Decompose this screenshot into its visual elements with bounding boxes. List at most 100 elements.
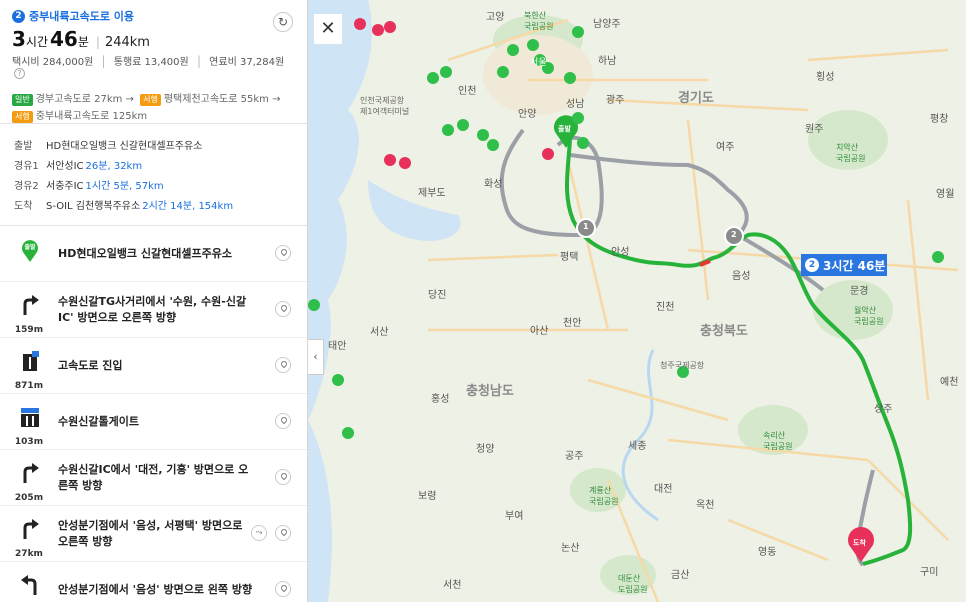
map-label: 경기도 (678, 91, 714, 106)
waypoint-detail: 1시간 5분, 57km (85, 181, 164, 192)
step-distance: 27km (15, 548, 43, 559)
map-label: 광주 (606, 95, 625, 106)
locate-icon[interactable] (275, 525, 291, 541)
route-name-text: 중부내륙고속도로 이용 (29, 10, 135, 23)
road-tag: 서행 (12, 111, 33, 123)
route-number-badge: 2 (12, 9, 25, 23)
locate-icon[interactable] (275, 469, 291, 485)
waypoint-key: 경유1 (14, 161, 39, 172)
map-label: 태안 (328, 341, 347, 352)
info-icon[interactable]: ? (14, 68, 25, 79)
map-label: 예천 (940, 377, 959, 388)
map-label: 평창 (930, 114, 949, 125)
road-tag: 서행 (140, 94, 161, 106)
waypoint-start[interactable]: 출발 HD현대오일뱅크 신갈현대셀프주유소 (14, 137, 293, 157)
step-text: HD현대오일뱅크 신갈현대셀프주유소 (58, 246, 232, 260)
hours-unit: 시간 (25, 35, 49, 49)
map-label: 제부도 (418, 188, 446, 199)
map-label: 계룡산 국립공원 (589, 486, 619, 506)
map-label: 성남 (566, 99, 585, 110)
locate-icon[interactable] (275, 581, 291, 597)
step-text: 수원신갈TG사거리에서 '수원, 수원-신갈IC' 방면으로 오른쪽 방향 (58, 294, 247, 324)
map-label: 속리산 국립공원 (763, 431, 793, 451)
map-label: 부여 (505, 511, 524, 522)
step-item[interactable]: 출발 HD현대오일뱅크 신갈현대셀프주유소 (0, 226, 307, 282)
road-tag: 일반 (12, 94, 33, 106)
map-label: 공주 (565, 451, 584, 462)
start-pin-label: 출발 (558, 125, 571, 133)
map-label: 평택 (560, 252, 579, 263)
taxi-fare: 택시비 284,000원 (12, 57, 94, 68)
map-label: 여주 (716, 142, 735, 153)
map-label: 안양 (518, 109, 537, 120)
toll-fee: 통행료 13,400원 (113, 57, 189, 68)
locate-icon[interactable] (275, 413, 291, 429)
road-segment: 평택제천고속도로 55km → (163, 94, 281, 105)
map-label: 충청북도 (700, 324, 748, 339)
map-label: 충청남도 (466, 384, 514, 399)
highway-entry-icon: 871m (0, 338, 58, 394)
waypoint-key: 출발 (14, 141, 33, 152)
share-icon[interactable]: ⤳ (251, 525, 267, 541)
locate-icon[interactable] (275, 301, 291, 317)
step-text: 수원신갈톨게이트 (58, 414, 139, 428)
map-label: 인천 (458, 86, 477, 97)
map-label: 음성 (732, 271, 751, 282)
divider: | (101, 54, 106, 68)
turn-right-icon: 159m (0, 282, 58, 338)
distance-value: 244km (104, 35, 150, 50)
step-text: 안성분기점에서 '음성, 서평택' 방면으로 오른쪽 방향 (58, 518, 243, 548)
route-time-text: 3시간 46분 (823, 258, 886, 273)
turn-right-icon: 27km (0, 506, 58, 562)
divider: | (95, 35, 100, 49)
end-pin-label: 도착 (853, 539, 866, 547)
map-canvas[interactable]: 고양 남양주 하남 인천 광주 경기도 안양 성남 원주 횡성 여주 평창 화성… (308, 0, 966, 602)
step-item[interactable]: 397m 안성분기점에서 '음성' 방면으로 왼쪽 방향 (0, 562, 307, 602)
minutes-value: 46 (50, 27, 78, 51)
start-marker-icon: 출발 (0, 226, 58, 282)
via1-label: 1 (583, 222, 589, 231)
map-label: 세종 (628, 441, 647, 452)
waypoint-name: 서안성IC (46, 161, 84, 172)
waypoint-name: 서충주IC (46, 181, 84, 192)
step-distance: 871m (14, 380, 44, 391)
map-label: 진천 (656, 302, 675, 313)
step-distance: 103m (14, 436, 44, 447)
step-distance: 159m (14, 324, 44, 335)
locate-icon[interactable] (275, 357, 291, 373)
waypoint-via1[interactable]: 경유1 서안성IC 26분, 32km (14, 157, 293, 177)
step-item[interactable]: 103m 수원신갈톨게이트 (0, 394, 307, 450)
map-label: 인천국제공항 제1여객터미널 (360, 96, 410, 116)
step-text: 안성분기점에서 '음성' 방면으로 왼쪽 방향 (58, 582, 253, 596)
locate-icon[interactable] (275, 245, 291, 261)
waypoint-key: 도착 (14, 201, 33, 212)
map-label: 안성 (611, 247, 630, 258)
turn-left-icon: 397m (0, 562, 58, 602)
step-item[interactable]: 27km 안성분기점에서 '음성, 서평택' 방면으로 오른쪽 방향 ⤳ (0, 506, 307, 562)
waypoint-via2[interactable]: 경유2 서충주IC 1시간 5분, 57km (14, 177, 293, 197)
direction-steps: 출발 HD현대오일뱅크 신갈현대셀프주유소 159m 수원신갈TG사거리에서 '… (0, 226, 307, 602)
map-label: 북한산 국립공원 (524, 11, 554, 31)
map-label: 보령 (418, 491, 437, 502)
map-label: 청양 (476, 444, 495, 455)
map-label: 서천 (443, 580, 462, 591)
via2-label: 2 (731, 230, 737, 239)
river (621, 349, 659, 522)
map-label: 영월 (936, 189, 955, 200)
route-time-badge[interactable]: 2 3시간 46분 (801, 254, 887, 276)
step-item[interactable]: 205m 수원신갈IC에서 '대전, 기흥' 방면으로 오른쪽 방향 (0, 450, 307, 506)
map-label: 화성 (484, 179, 503, 190)
map-label: 치악산 국립공원 (836, 143, 866, 163)
waypoint-end[interactable]: 도착 S-OIL 김천행복주유소 2시간 14분, 154km (14, 197, 293, 217)
start-badge-label: 출발 (24, 243, 36, 251)
map-label: 횡성 (816, 72, 835, 83)
waypoint-name: HD현대오일뱅크 신갈현대셀프주유소 (46, 141, 203, 152)
step-item[interactable]: 159m 수원신갈TG사거리에서 '수원, 수원-신갈IC' 방면으로 오른쪽 … (0, 282, 307, 338)
minutes-unit: 분 (77, 35, 89, 49)
step-item[interactable]: 871m 고속도로 진입 (0, 338, 307, 394)
close-icon[interactable]: ✕ (314, 14, 342, 44)
waypoint-key: 경유2 (14, 181, 39, 192)
refresh-icon[interactable]: ↻ (273, 12, 293, 32)
map-label: 금산 (671, 570, 690, 581)
collapse-panel-button[interactable]: ‹ (308, 339, 324, 375)
